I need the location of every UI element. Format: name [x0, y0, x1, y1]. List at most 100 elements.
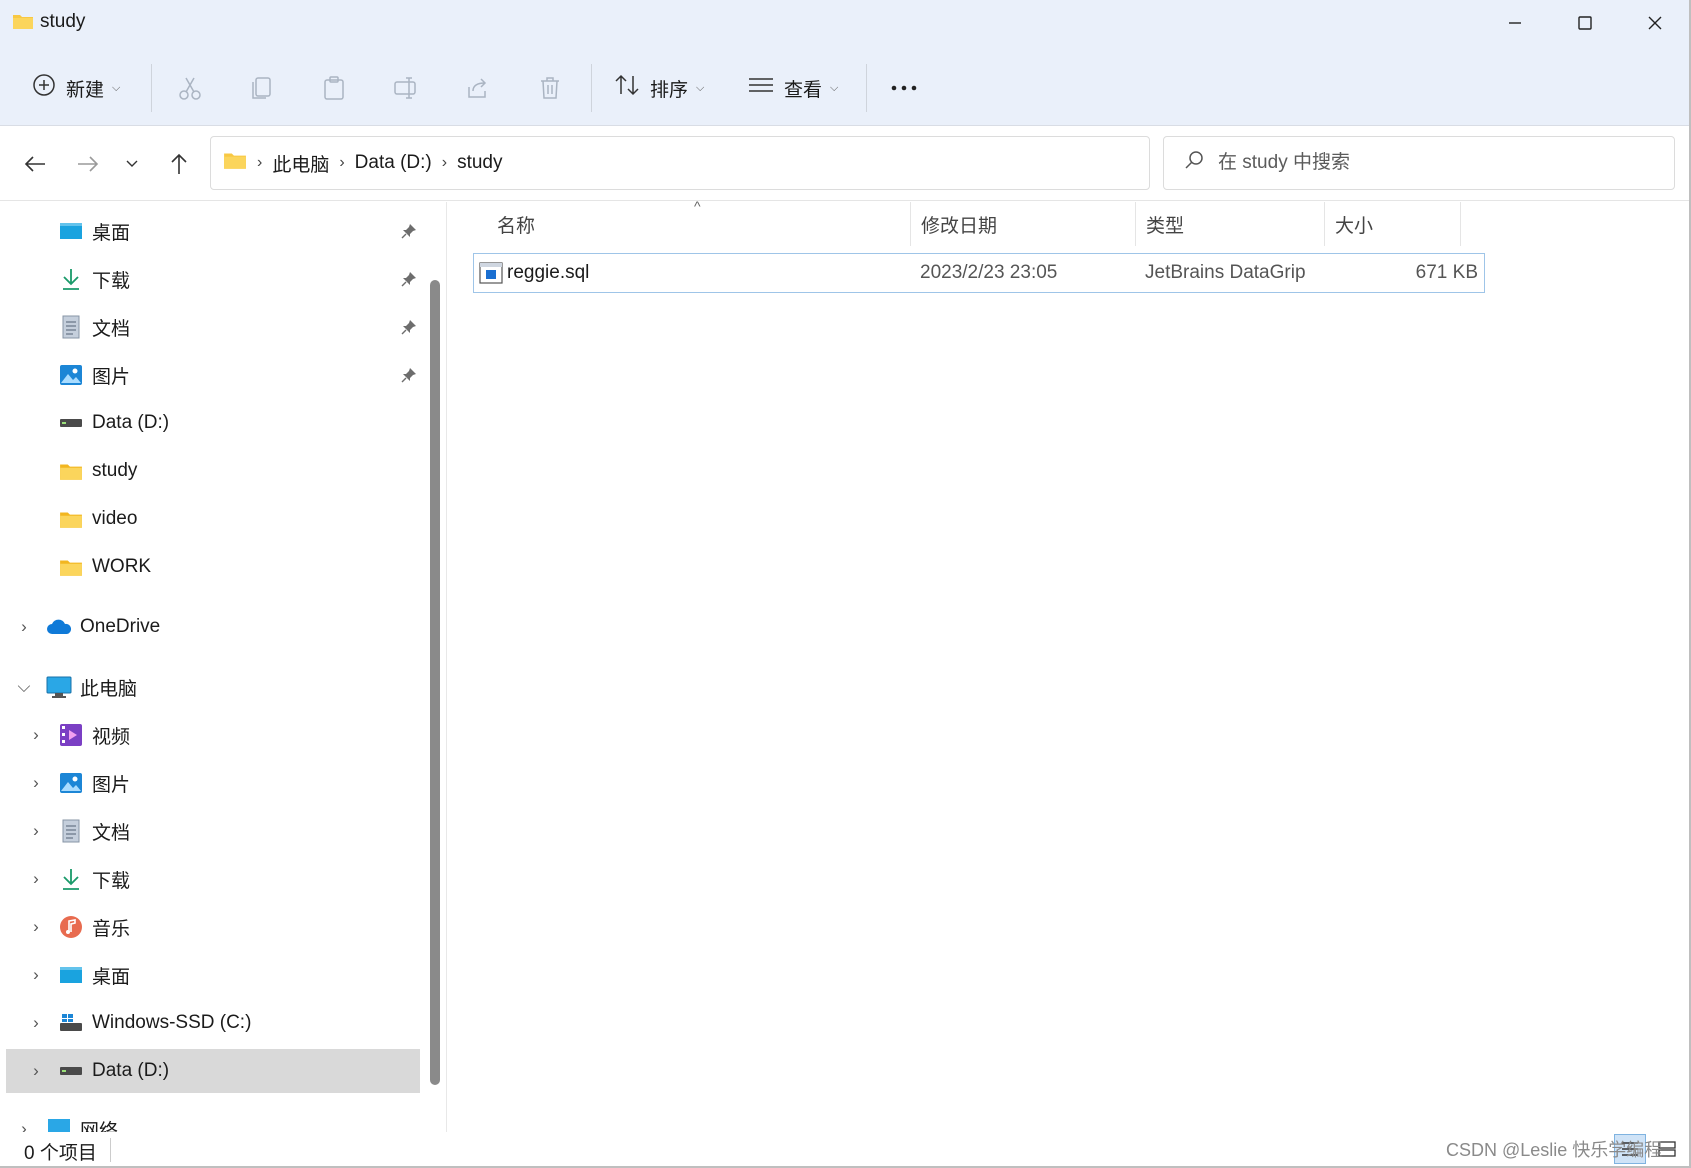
sidebar-item-onedrive[interactable]: › OneDrive	[6, 605, 420, 649]
music-icon	[58, 914, 84, 940]
sidebar-item-pc-2[interactable]: › 文档	[6, 809, 420, 853]
sidebar-item-pc-5[interactable]: › 桌面	[6, 953, 420, 997]
expand-chevron-icon[interactable]: ›	[14, 1119, 34, 1132]
sidebar-item-quick-3[interactable]: 图片	[6, 353, 420, 397]
pictures-icon	[58, 770, 84, 796]
maximize-button[interactable]	[1550, 0, 1620, 46]
paste-button[interactable]	[316, 70, 352, 106]
sidebar-item-quick-2[interactable]: 文档	[6, 305, 420, 349]
file-list: ^ 名称 修改日期 类型 大小 reggie.sql 2023/2/23 23:…	[447, 198, 1689, 1132]
address-bar[interactable]: › 此电脑 › Data (D:) › study	[210, 136, 1344, 190]
back-button[interactable]	[15, 144, 55, 184]
sidebar-item-label: 下载	[92, 270, 131, 292]
sidebar-item-quick-6[interactable]: video	[6, 497, 420, 541]
plus-circle-icon	[32, 73, 56, 103]
cut-button[interactable]	[172, 70, 208, 106]
rename-button[interactable]	[388, 70, 424, 106]
sidebar-item-pc-0[interactable]: › 视频	[6, 713, 420, 757]
sidebar-item-pc-4[interactable]: › 音乐	[6, 905, 420, 949]
window-title: study	[40, 11, 86, 32]
arrow-left-icon	[24, 156, 45, 172]
expand-chevron-icon[interactable]: ›	[26, 821, 46, 841]
sidebar-item-label: 桌面	[92, 222, 131, 244]
toolbar-divider	[591, 64, 592, 112]
pictures-icon	[58, 362, 84, 388]
chevron-down-icon: ⌵	[696, 81, 705, 94]
column-modified-label: 修改日期	[921, 215, 998, 237]
download-icon	[58, 266, 84, 292]
breadcrumb-this-pc[interactable]: 此电脑	[272, 150, 329, 177]
close-button[interactable]	[1620, 0, 1690, 46]
documents-icon	[58, 818, 84, 844]
sidebar-scrollbar-thumb[interactable]	[430, 280, 440, 1085]
rename-icon	[394, 77, 416, 99]
sidebar-item-label: 图片	[92, 774, 131, 796]
expand-chevron-icon[interactable]: ›	[26, 1061, 46, 1081]
sidebar-item-pc-7[interactable]: › Data (D:)	[6, 1049, 420, 1093]
sort-button[interactable]: 排序 ⌵	[614, 66, 704, 110]
file-row[interactable]: reggie.sql 2023/2/23 23:05 JetBrains Dat…	[473, 253, 1485, 293]
sidebar-item-quick-1[interactable]: 下载	[6, 257, 420, 301]
sidebar-item-quick-4[interactable]: Data (D:)	[6, 401, 420, 445]
view-button-label: 查看	[784, 79, 823, 101]
sidebar-item-pc-1[interactable]: › 图片	[6, 761, 420, 805]
title-bar: study	[0, 0, 1689, 46]
up-button[interactable]	[159, 144, 199, 184]
expand-chevron-icon[interactable]: ›	[26, 725, 46, 745]
view-button[interactable]: 查看 ⌵	[748, 66, 838, 110]
new-button[interactable]: 新建 ⌵	[32, 66, 120, 110]
expand-chevron-icon[interactable]: ›	[26, 773, 46, 793]
arrow-up-icon	[171, 153, 187, 174]
toolbar-divider	[151, 64, 152, 112]
expand-chevron-icon[interactable]: ›	[26, 1013, 46, 1033]
column-header-name[interactable]: 名称	[487, 202, 911, 246]
scissors-icon	[179, 77, 201, 100]
status-bar: 0 个项目	[0, 1132, 1689, 1166]
sidebar-item-quick-5[interactable]: study	[6, 449, 420, 493]
sidebar-item-quick-7[interactable]: WORK	[6, 545, 420, 589]
drive-icon	[58, 410, 84, 436]
column-type-label: 类型	[1146, 215, 1185, 237]
list-view-icon	[748, 75, 774, 101]
sidebar-item-label: 图片	[92, 366, 131, 388]
expand-chevron-icon[interactable]: ›	[26, 965, 46, 985]
forward-button[interactable]	[68, 144, 108, 184]
share-button[interactable]	[460, 70, 496, 106]
chevron-down-icon: ⌵	[830, 81, 839, 94]
delete-button[interactable]	[532, 70, 568, 106]
expand-chevron-icon[interactable]: ›	[26, 869, 46, 889]
collapse-chevron-icon[interactable]: ⌵	[14, 677, 34, 697]
sidebar-item-this-pc[interactable]: ⌵ 此电脑	[6, 665, 420, 709]
recent-locations-button[interactable]	[112, 144, 152, 184]
sort-button-label: 排序	[650, 79, 689, 101]
videos-icon	[58, 722, 84, 748]
search-input[interactable]	[1218, 152, 1618, 174]
folder-icon	[58, 458, 84, 484]
watermark-text: CSDN @Leslie 快乐学编程	[1446, 1140, 1663, 1160]
sidebar-item-network[interactable]: › 网络	[6, 1107, 420, 1132]
minimize-button[interactable]	[1480, 0, 1550, 46]
sidebar-item-pc-3[interactable]: › 下载	[6, 857, 420, 901]
sidebar-item-label: 视频	[92, 726, 131, 748]
breadcrumb-data-d[interactable]: Data (D:)	[355, 152, 432, 174]
sort-arrows-icon	[614, 73, 640, 103]
pin-icon	[400, 366, 418, 384]
desktop-icon	[58, 962, 84, 988]
trash-icon	[541, 77, 559, 99]
more-options-button[interactable]	[886, 70, 922, 106]
item-count: 0 个项目	[24, 1143, 97, 1164]
search-box[interactable]	[1163, 136, 1675, 190]
clipboard-icon	[324, 76, 344, 100]
pin-icon	[400, 222, 418, 240]
column-header-size[interactable]: 大小	[1325, 202, 1461, 246]
expand-chevron-icon[interactable]: ›	[26, 917, 46, 937]
column-header-type[interactable]: 类型	[1136, 202, 1325, 246]
sidebar-item-quick-0[interactable]: 桌面	[6, 209, 420, 253]
expand-chevron-icon[interactable]: ›	[14, 617, 34, 637]
sidebar-item-pc-6[interactable]: › Windows-SSD (C:)	[6, 1001, 420, 1045]
drive-icon	[58, 1058, 84, 1084]
copy-button[interactable]	[244, 70, 280, 106]
column-header-modified[interactable]: 修改日期	[911, 202, 1136, 246]
breadcrumb-study[interactable]: study	[457, 152, 502, 174]
sidebar-item-label: 文档	[92, 822, 131, 844]
